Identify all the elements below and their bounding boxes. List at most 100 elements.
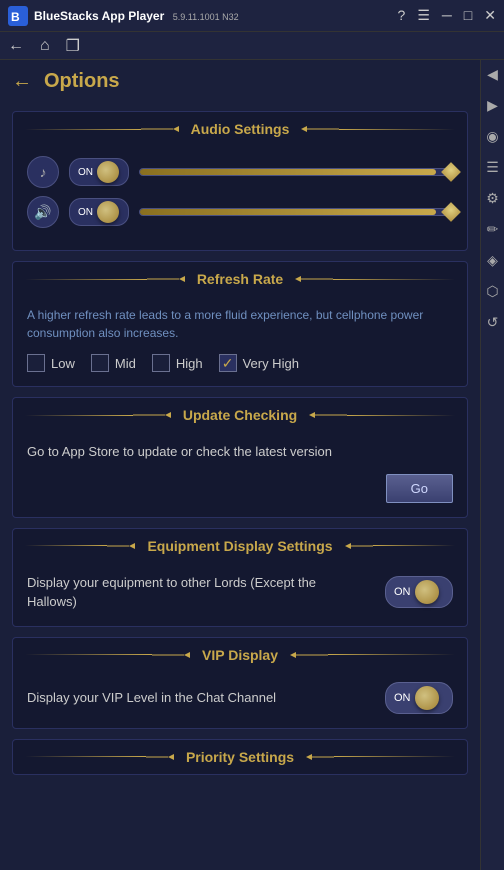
audio-deco-left bbox=[141, 120, 181, 138]
sfx-toggle-thumb bbox=[97, 201, 119, 223]
vip-deco-left bbox=[152, 646, 192, 664]
equipment-display-header: Equipment Display Settings bbox=[13, 529, 467, 563]
main-panel: ← Options Audio Settings ♪ ON bbox=[0, 60, 480, 870]
priority-settings-header: Priority Settings bbox=[13, 740, 467, 774]
maximize-icon[interactable]: □ bbox=[464, 7, 472, 24]
audio-settings-body: ♪ ON 🔊 ON bbox=[13, 146, 467, 250]
refresh-description: A higher refresh rate leads to a more fl… bbox=[27, 306, 453, 342]
refresh-rate-title: Refresh Rate bbox=[197, 271, 283, 287]
audio-deco-right bbox=[299, 120, 339, 138]
equipment-display-body: Display your equipment to other Lords (E… bbox=[13, 563, 467, 626]
vip-toggle-thumb bbox=[415, 686, 439, 710]
equipment-toggle[interactable]: ON bbox=[385, 576, 453, 608]
refresh-label-low: Low bbox=[51, 356, 75, 371]
music-slider-fill bbox=[140, 169, 436, 175]
top-bar: B BlueStacks App Player 5.9.11.1001 N32 … bbox=[0, 0, 504, 32]
update-deco-right bbox=[307, 406, 347, 424]
audio-settings-header: Audio Settings bbox=[13, 112, 467, 146]
vip-display-section: VIP Display Display your VIP Level in th… bbox=[12, 637, 468, 729]
update-checking-section: Update Checking Go to App Store to updat… bbox=[12, 397, 468, 518]
audio-settings-section: Audio Settings ♪ ON bbox=[12, 111, 468, 251]
priority-deco-right bbox=[304, 748, 334, 766]
refresh-deco-left bbox=[147, 270, 187, 288]
sfx-slider-fill bbox=[140, 209, 436, 215]
back-nav-icon[interactable]: ← bbox=[8, 37, 24, 55]
page-header: ← Options bbox=[12, 70, 468, 99]
refresh-checkbox-very-high[interactable]: ✓ bbox=[219, 354, 237, 372]
sidebar-icon-6[interactable]: ✏ bbox=[487, 221, 499, 238]
update-checking-title: Update Checking bbox=[183, 407, 297, 423]
refresh-rate-body: A higher refresh rate leads to a more fl… bbox=[13, 296, 467, 386]
equipment-display-title: Equipment Display Settings bbox=[147, 538, 332, 554]
refresh-label-very-high: Very High bbox=[243, 356, 299, 371]
close-icon[interactable]: ✕ bbox=[484, 7, 496, 24]
refresh-rate-section: Refresh Rate A higher refresh rate leads… bbox=[12, 261, 468, 387]
equipment-description: Display your equipment to other Lords (E… bbox=[27, 573, 369, 612]
svg-text:B: B bbox=[11, 10, 20, 24]
update-checking-body: Go to App Store to update or check the l… bbox=[13, 432, 467, 517]
music-slider-thumb bbox=[441, 162, 461, 182]
update-checking-header: Update Checking bbox=[13, 398, 467, 432]
refresh-checkbox-high[interactable] bbox=[152, 354, 170, 372]
priority-settings-section: Priority Settings bbox=[12, 739, 468, 775]
content-area: ← Options Audio Settings ♪ ON bbox=[0, 60, 504, 870]
update-description: Go to App Store to update or check the l… bbox=[27, 442, 453, 462]
equipment-toggle-thumb bbox=[415, 580, 439, 604]
window-nav-icon[interactable]: ❐ bbox=[66, 36, 80, 56]
refresh-deco-right bbox=[293, 270, 333, 288]
sidebar-icon-4[interactable]: ☰ bbox=[486, 159, 499, 176]
help-icon[interactable]: ? bbox=[398, 7, 406, 24]
sidebar-icon-3[interactable]: ◉ bbox=[486, 128, 498, 145]
equipment-toggle-row: Display your equipment to other Lords (E… bbox=[27, 573, 453, 612]
app-name: BlueStacks App Player 5.9.11.1001 N32 bbox=[34, 7, 239, 25]
sfx-slider[interactable] bbox=[139, 208, 453, 216]
vip-toggle[interactable]: ON bbox=[385, 682, 453, 714]
vip-display-title: VIP Display bbox=[202, 647, 278, 663]
checkmark-icon: ✓ bbox=[222, 355, 234, 372]
refresh-option-low[interactable]: Low bbox=[27, 354, 75, 372]
menu-icon[interactable]: ☰ bbox=[417, 7, 430, 24]
equip-deco-left bbox=[107, 537, 137, 555]
priority-settings-title: Priority Settings bbox=[186, 749, 294, 765]
audio-settings-title: Audio Settings bbox=[191, 121, 290, 137]
vip-toggle-row: Display your VIP Level in the Chat Chann… bbox=[27, 682, 453, 714]
refresh-option-mid[interactable]: Mid bbox=[91, 354, 136, 372]
sidebar-icon-1[interactable]: ◀ bbox=[487, 66, 498, 83]
page-title: Options bbox=[44, 70, 120, 93]
vip-description: Display your VIP Level in the Chat Chann… bbox=[27, 688, 369, 708]
sidebar-icon-2[interactable]: ▶ bbox=[487, 97, 498, 114]
sfx-toggle[interactable]: ON bbox=[69, 198, 129, 226]
refresh-rate-header: Refresh Rate bbox=[13, 262, 467, 296]
refresh-label-high: High bbox=[176, 356, 203, 371]
music-icon: ♪ bbox=[27, 156, 59, 188]
vip-display-header: VIP Display bbox=[13, 638, 467, 672]
sfx-slider-thumb bbox=[441, 202, 461, 222]
go-button[interactable]: Go bbox=[386, 474, 453, 503]
sidebar-icon-9[interactable]: ↺ bbox=[487, 314, 499, 331]
refresh-label-mid: Mid bbox=[115, 356, 136, 371]
refresh-option-very-high[interactable]: ✓ Very High bbox=[219, 354, 299, 372]
vip-display-body: Display your VIP Level in the Chat Chann… bbox=[13, 672, 467, 728]
refresh-rate-options: Low Mid High ✓ Very High bbox=[27, 354, 453, 372]
music-row: ♪ ON bbox=[27, 156, 453, 188]
sidebar-icon-5[interactable]: ⚙ bbox=[486, 190, 499, 207]
equip-deco-right bbox=[343, 537, 373, 555]
music-slider[interactable] bbox=[139, 168, 453, 176]
refresh-option-high[interactable]: High bbox=[152, 354, 203, 372]
home-nav-icon[interactable]: ⌂ bbox=[40, 37, 50, 55]
vip-deco-right bbox=[288, 646, 328, 664]
music-toggle-thumb bbox=[97, 161, 119, 183]
sfx-row: 🔊 ON bbox=[27, 196, 453, 228]
equipment-display-section: Equipment Display Settings Display your … bbox=[12, 528, 468, 627]
nav-bar: ← ⌂ ❐ bbox=[0, 32, 504, 60]
back-button[interactable]: ← bbox=[12, 70, 32, 93]
right-sidebar: ◀ ▶ ◉ ☰ ⚙ ✏ ◈ ⬡ ↺ bbox=[480, 60, 504, 870]
refresh-checkbox-low[interactable] bbox=[27, 354, 45, 372]
sidebar-icon-7[interactable]: ◈ bbox=[487, 252, 498, 269]
minimize-icon[interactable]: ─ bbox=[442, 7, 452, 24]
refresh-checkbox-mid[interactable] bbox=[91, 354, 109, 372]
sidebar-icon-8[interactable]: ⬡ bbox=[486, 283, 498, 300]
music-toggle[interactable]: ON bbox=[69, 158, 129, 186]
sfx-icon: 🔊 bbox=[27, 196, 59, 228]
window-controls: ? ☰ ─ □ ✕ bbox=[398, 7, 496, 24]
